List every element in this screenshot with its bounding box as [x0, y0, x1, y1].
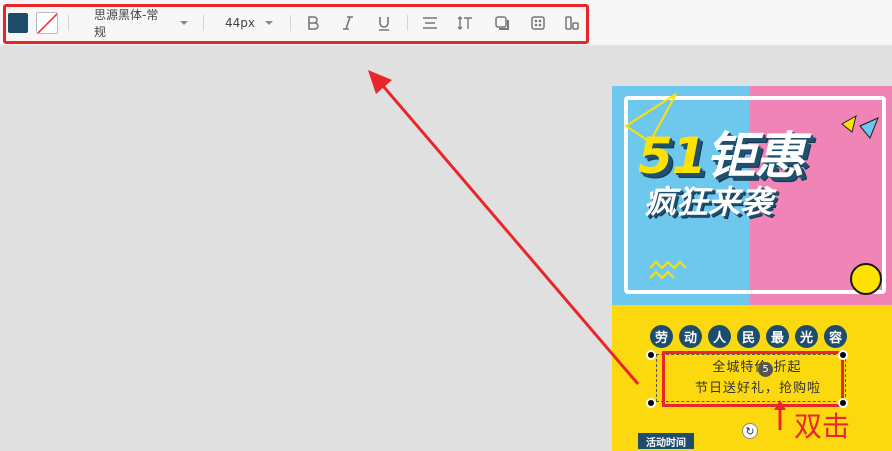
double-click-label: 双击 — [794, 410, 851, 443]
annotation-arrows — [368, 70, 786, 430]
